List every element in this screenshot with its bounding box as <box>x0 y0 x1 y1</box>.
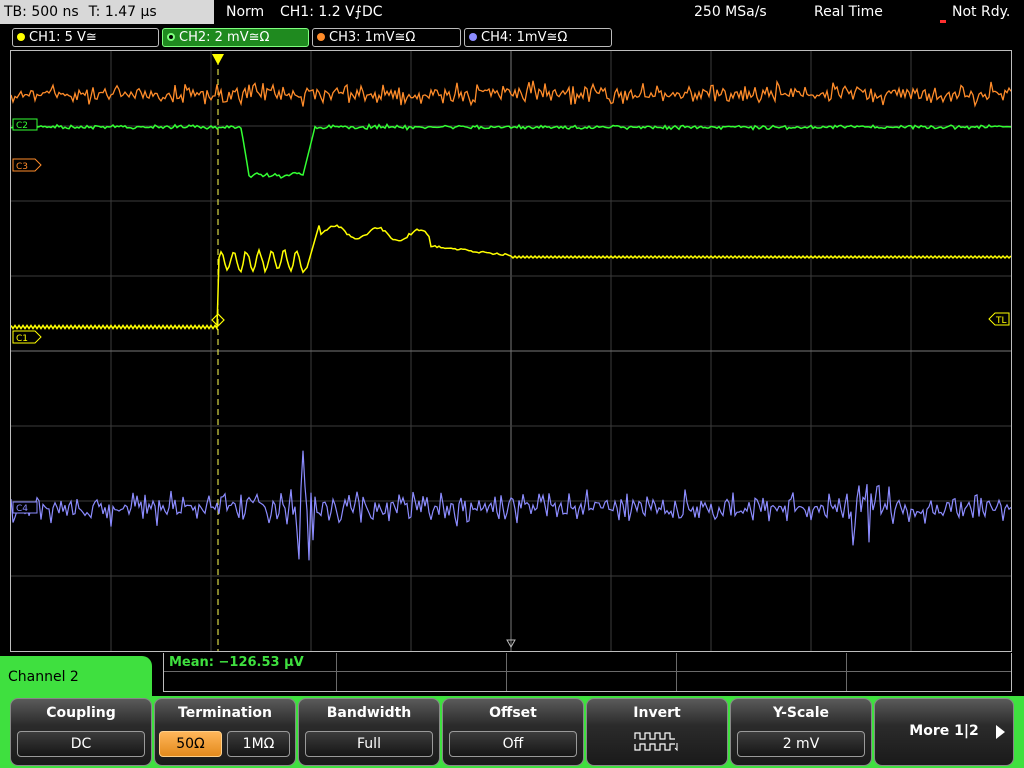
channel-tab-ch3-label: CH3: 1mV≅Ω <box>329 30 416 45</box>
yscale-value[interactable]: 2 mV <box>737 731 865 757</box>
channel-tab-ch2[interactable]: CH2: 2 mV≅Ω <box>162 28 309 47</box>
acquisition-mode: Real Time <box>814 4 883 20</box>
marker-c4-label: C4 <box>16 504 28 514</box>
acquisition-state: Not Rdy. <box>952 4 1011 20</box>
timebase-box[interactable]: TB: 500 ns T: 1.47 µs <box>0 0 214 24</box>
timebase-value: TB: 500 ns <box>4 4 79 20</box>
next-arrow-icon <box>996 725 1005 739</box>
waveform-display[interactable]: C2 C3 C1 C4 TL <box>10 50 1012 652</box>
channel-tab-ch1[interactable]: CH1: 5 V≅ <box>12 28 159 47</box>
measurement-divider <box>506 653 507 691</box>
measurement-divider <box>846 653 847 691</box>
measurement-panel: Mean: −126.53 µV <box>163 653 1012 692</box>
channel-tab-ch3[interactable]: CH3: 1mV≅Ω <box>312 28 461 47</box>
marker-c1[interactable]: C1 <box>12 330 42 344</box>
menu-title-label: Channel 2 <box>8 669 79 685</box>
trigger-source[interactable]: CH1: 1.2 V⨍DC <box>280 0 383 24</box>
coupling-softkey[interactable]: Coupling DC <box>10 698 152 766</box>
termination-title: Termination <box>178 705 272 721</box>
trigger-level-label: TL <box>995 316 1007 326</box>
invert-softkey[interactable]: Invert <box>586 698 728 766</box>
trigger-level-marker[interactable]: TL <box>988 312 1010 326</box>
trigger-position-icon[interactable] <box>212 54 224 65</box>
marker-c1-label: C1 <box>16 334 28 344</box>
coupling-title: Coupling <box>46 705 116 721</box>
ch2-dot-icon <box>167 33 175 41</box>
measurement-divider <box>676 653 677 691</box>
channel-tab-ch4-label: CH4: 1mV≅Ω <box>481 30 568 45</box>
bandwidth-value[interactable]: Full <box>305 731 433 757</box>
termination-softkey[interactable]: Termination 50Ω 1MΩ <box>154 698 296 766</box>
channel-tab-ch4[interactable]: CH4: 1mV≅Ω <box>464 28 612 47</box>
termination-1mohm-option[interactable]: 1MΩ <box>227 731 290 757</box>
trigger-time-value: T: 1.47 µs <box>88 4 157 20</box>
termination-50ohm-option[interactable]: 50Ω <box>159 731 222 757</box>
trigger-mode[interactable]: Norm <box>226 0 264 24</box>
offset-softkey[interactable]: Offset Off <box>442 698 584 766</box>
yscale-title: Y-Scale <box>772 705 829 721</box>
more-softkey[interactable]: More 1|2 <box>874 698 1014 766</box>
measurement-divider <box>336 653 337 691</box>
marker-c2-label: C2 <box>16 121 28 131</box>
ch1-dot-icon <box>17 33 25 41</box>
more-label: More 1|2 <box>909 723 979 739</box>
not-ready-indicator <box>940 20 946 23</box>
measurement-divider <box>164 671 1011 672</box>
offset-value[interactable]: Off <box>449 731 577 757</box>
channel-tab-ch1-label: CH1: 5 V≅ <box>29 30 97 45</box>
ch3-dot-icon <box>317 33 325 41</box>
marker-c2[interactable]: C2 <box>12 118 38 131</box>
bandwidth-title: Bandwidth <box>326 705 412 721</box>
channel-tab-ch2-label: CH2: 2 mV≅Ω <box>179 30 270 45</box>
ch4-dot-icon <box>469 33 477 41</box>
trigger-source-level: CH1: 1.2 V <box>280 4 355 20</box>
invert-title: Invert <box>633 705 681 721</box>
marker-c3[interactable]: C3 <box>12 158 42 172</box>
bandwidth-softkey[interactable]: Bandwidth Full <box>298 698 440 766</box>
invert-waveform-icon <box>634 732 678 752</box>
coupling-value[interactable]: DC <box>17 731 145 757</box>
measurement-mean: Mean: −126.53 µV <box>169 655 304 670</box>
trigger-slope-coupling: ⨍DC <box>354 4 383 20</box>
waveform-canvas: C2 C3 C1 C4 TL <box>11 51 1011 651</box>
graticule <box>11 51 1011 651</box>
marker-c3-label: C3 <box>16 162 28 172</box>
marker-c4[interactable]: C4 <box>12 501 38 514</box>
offset-title: Offset <box>489 705 537 721</box>
sample-rate: 250 MSa/s <box>694 4 767 20</box>
yscale-softkey[interactable]: Y-Scale 2 mV <box>730 698 872 766</box>
status-bar: TB: 500 ns T: 1.47 µs Norm CH1: 1.2 V⨍DC … <box>0 0 1024 26</box>
